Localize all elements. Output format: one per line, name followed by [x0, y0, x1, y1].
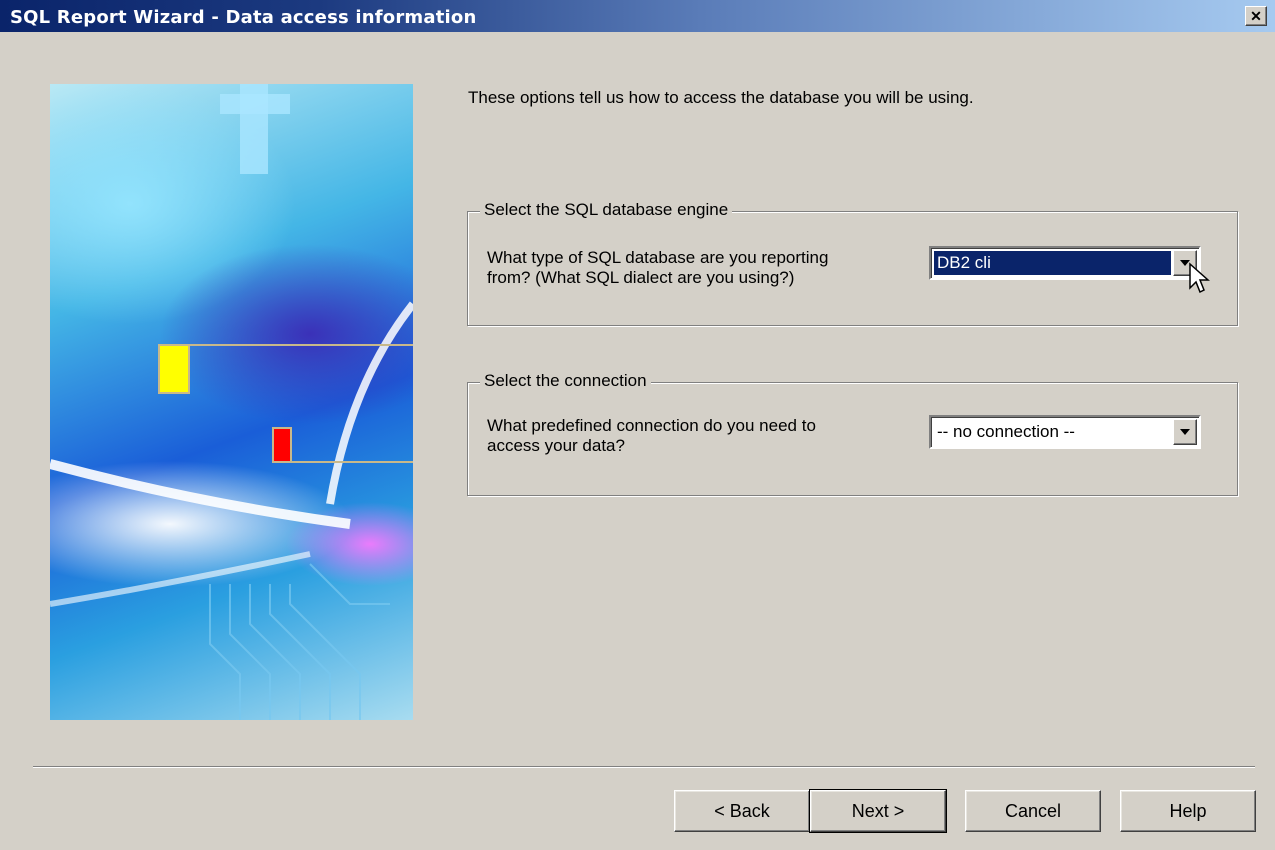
- connection-value: -- no connection --: [937, 422, 1075, 441]
- connection-question: What predefined connection do you need t…: [487, 416, 816, 456]
- title-bar[interactable]: SQL Report Wizard - Data access informat…: [0, 0, 1275, 34]
- close-icon: ✕: [1250, 8, 1262, 24]
- connection-dropdown-button[interactable]: [1173, 419, 1197, 445]
- cancel-button[interactable]: Cancel: [965, 790, 1101, 832]
- intro-text: These options tell us how to access the …: [468, 88, 974, 107]
- window-title: SQL Report Wizard - Data access informat…: [10, 7, 477, 28]
- help-button[interactable]: Help: [1120, 790, 1256, 832]
- engine-question: What type of SQL database are you report…: [487, 248, 828, 288]
- back-button[interactable]: < Back: [674, 790, 810, 832]
- red-marker: [272, 427, 292, 463]
- connection-question-line2: access your data?: [487, 436, 625, 455]
- connection-question-line1: What predefined connection do you need t…: [487, 416, 816, 435]
- engine-question-line1: What type of SQL database are you report…: [487, 248, 829, 267]
- chevron-down-icon: [1180, 429, 1190, 435]
- sql-engine-select[interactable]: DB2 cli: [929, 246, 1201, 280]
- engine-group-legend: Select the SQL database engine: [480, 200, 733, 220]
- next-button[interactable]: Next >: [809, 789, 947, 833]
- connection-group-legend: Select the connection: [480, 371, 651, 391]
- close-button[interactable]: ✕: [1245, 6, 1267, 26]
- mouse-cursor-icon: [1189, 262, 1210, 294]
- yellow-marker: [158, 344, 190, 394]
- wizard-banner-image: [50, 84, 413, 720]
- sql-engine-value: DB2 cli: [934, 251, 1171, 275]
- footer-separator: [33, 766, 1255, 768]
- connection-select[interactable]: -- no connection --: [929, 415, 1201, 449]
- engine-question-line2: from? (What SQL dialect are you using?): [487, 268, 795, 287]
- circuit-graphic: [50, 84, 413, 720]
